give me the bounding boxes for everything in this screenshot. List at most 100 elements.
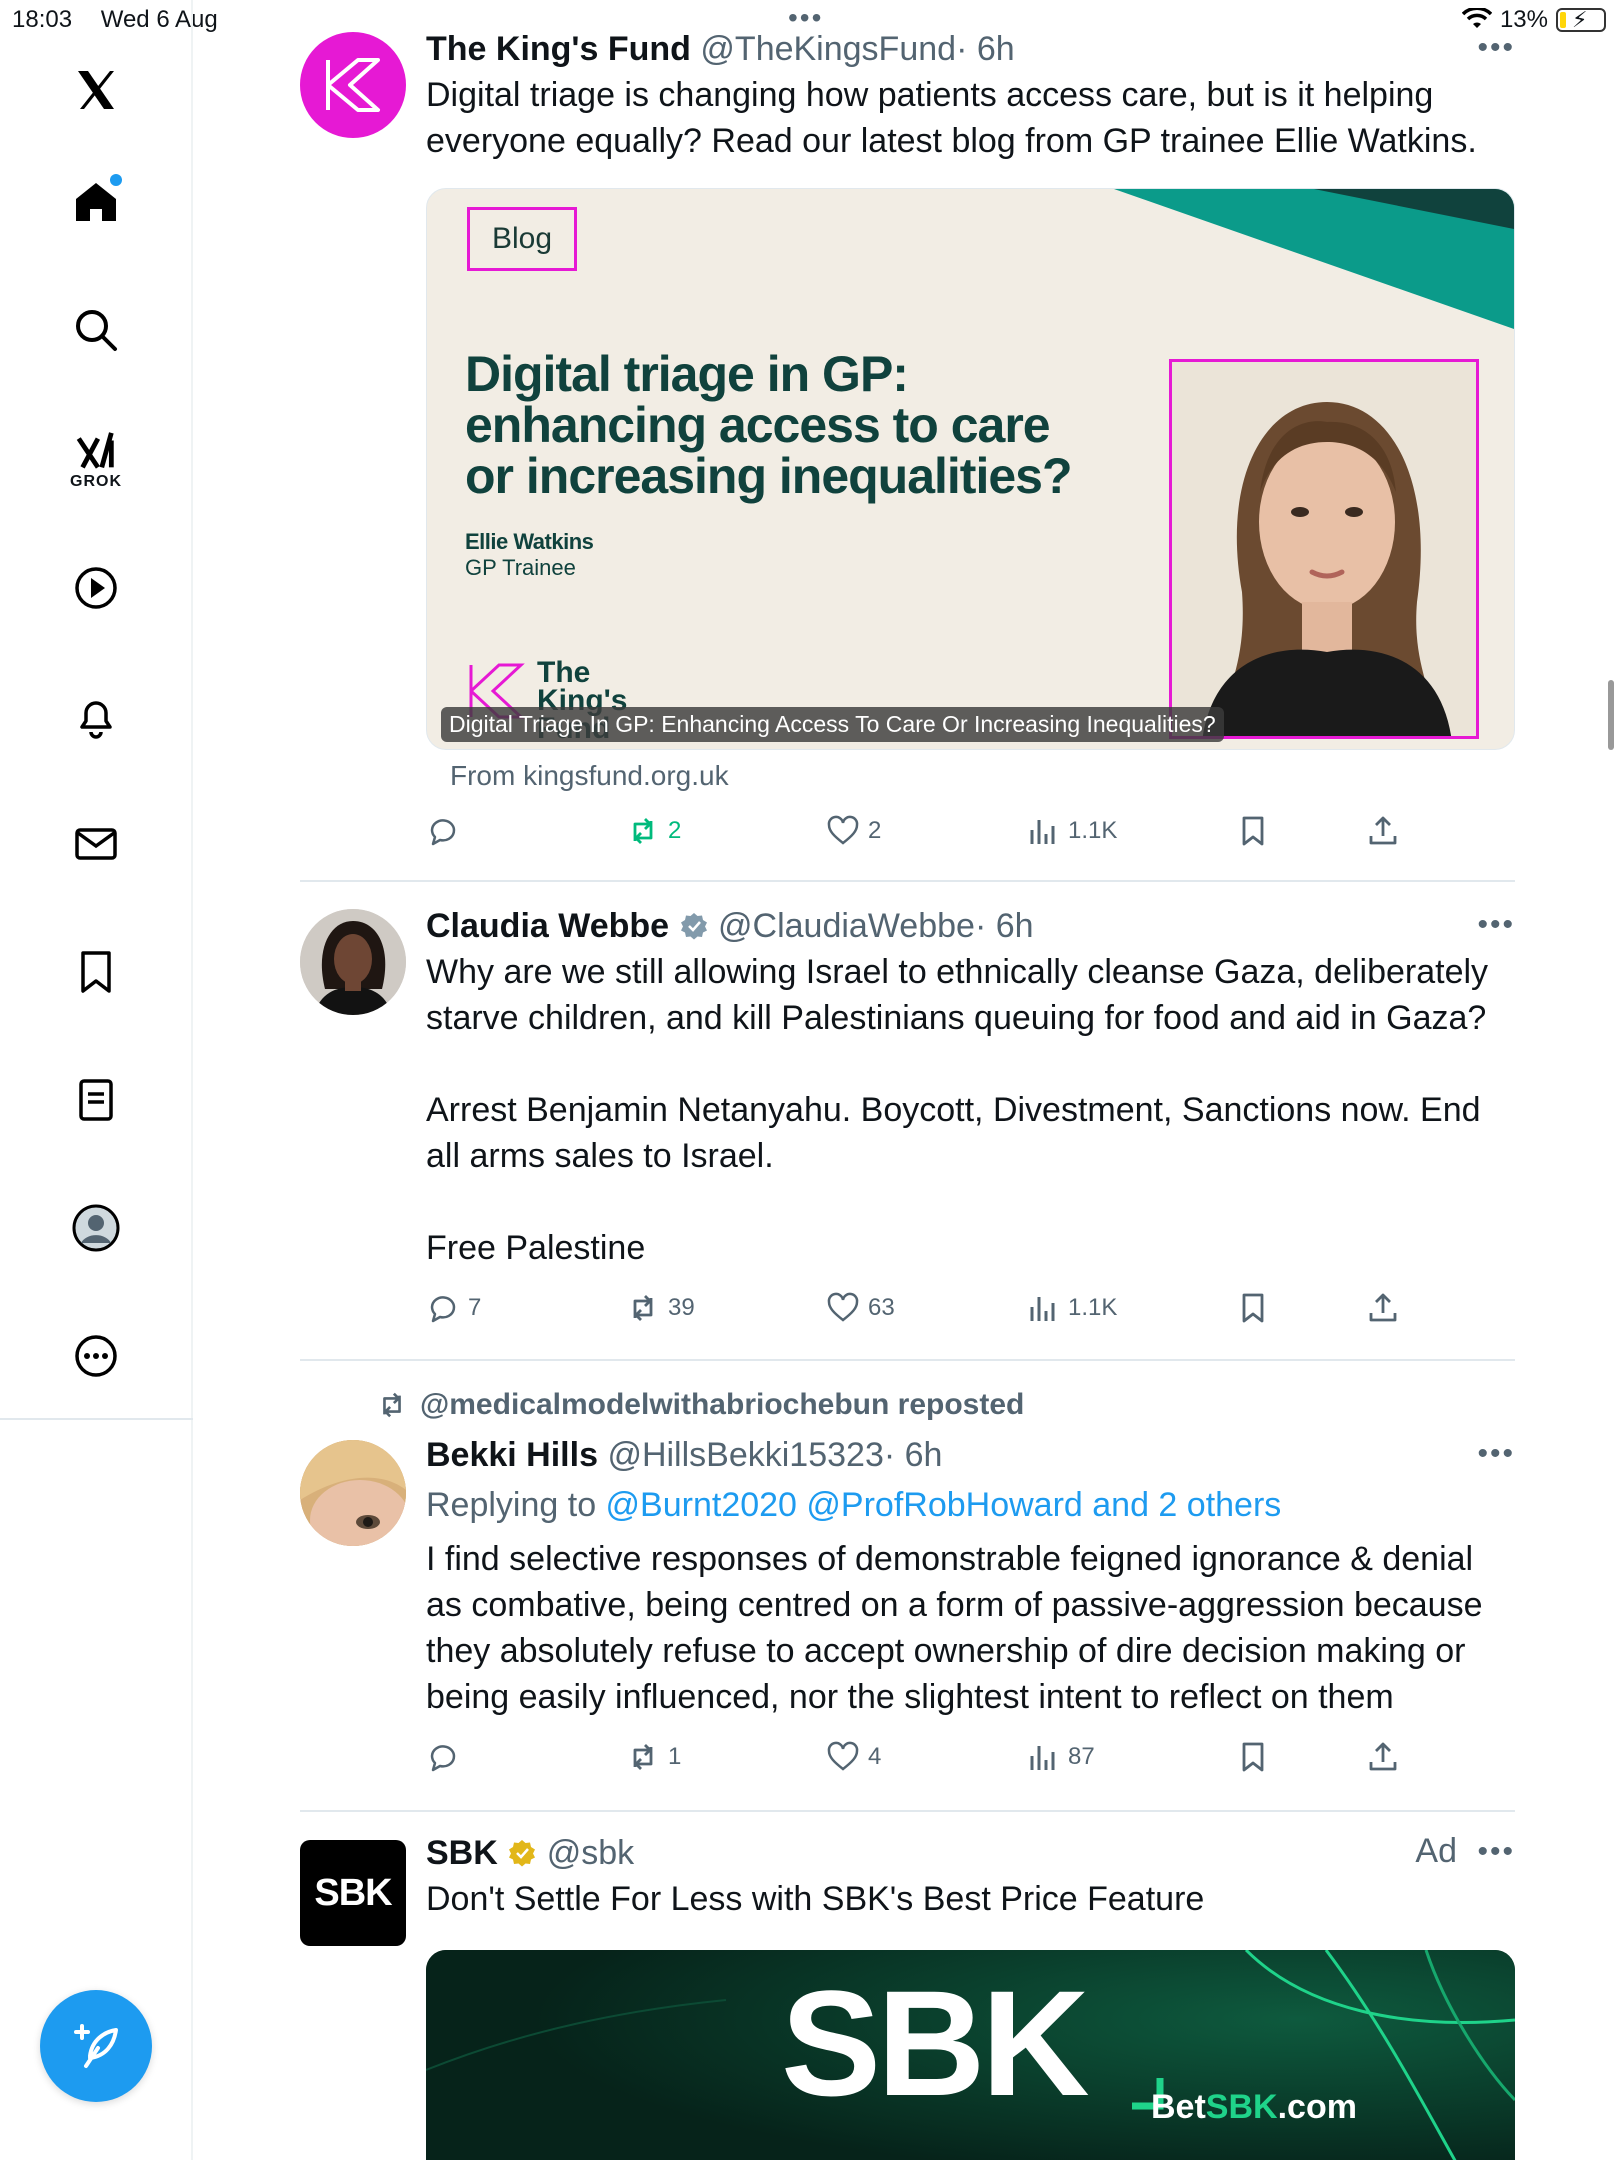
like-count: 4	[868, 1743, 882, 1770]
scrollbar-indicator[interactable]	[1608, 680, 1614, 750]
claudia-webbe-avatar[interactable]	[300, 909, 406, 1015]
messages-envelope-icon[interactable]	[62, 810, 130, 878]
kings-fund-avatar[interactable]	[300, 32, 406, 138]
repost-by-text: @medicalmodelwithabriochebun reposted	[420, 1388, 1025, 1421]
share-button[interactable]	[1366, 1740, 1400, 1774]
tweet-paragraph: Why are we still allowing Israel to ethn…	[426, 953, 1489, 1037]
repost-indicator[interactable]: @medicalmodelwithabriochebun reposted	[376, 1388, 1024, 1422]
tweet-text: Don't Settle For Less with SBK's Best Pr…	[426, 1880, 1205, 1918]
views-chart-icon	[1030, 1746, 1055, 1770]
repost-button[interactable]: 1	[626, 1740, 681, 1774]
bekki-hills-avatar[interactable]	[300, 1440, 406, 1546]
bookmark-button[interactable]	[1236, 1291, 1270, 1325]
repost-count: 1	[668, 1743, 682, 1770]
share-button[interactable]	[1366, 1291, 1400, 1325]
reply-button[interactable]	[426, 814, 468, 848]
repost-icon	[633, 1744, 653, 1770]
view-count: 1.1K	[1068, 817, 1118, 844]
views-chart-icon	[1030, 820, 1055, 844]
views-chart-icon	[1030, 1297, 1055, 1321]
reply-button[interactable]	[426, 1740, 468, 1774]
replying-to-links[interactable]: @Burnt2020 @ProfRobHoward and 2 others	[606, 1486, 1282, 1524]
tweet-more-icon[interactable]: •••	[1477, 33, 1515, 63]
share-icon	[1369, 816, 1397, 845]
notification-dot	[110, 174, 122, 186]
sbk-banner-logo: SBK	[781, 1959, 1090, 2127]
sbk-avatar[interactable]: SBK	[300, 1840, 406, 1946]
author-name[interactable]: Claudia Webbe	[426, 907, 669, 945]
post-time[interactable]: · 6h	[956, 30, 1015, 68]
repost-button[interactable]: 39	[626, 1291, 695, 1325]
reply-icon	[430, 1745, 456, 1772]
link-preview-card[interactable]: Blog Digital triage in GP: enhancing acc…	[426, 188, 1515, 750]
tweet-more-icon[interactable]: •••	[1477, 910, 1515, 940]
lists-icon[interactable]	[62, 1066, 130, 1134]
multitasking-dots[interactable]: •••	[788, 4, 823, 32]
author-handle[interactable]: @sbk	[547, 1834, 634, 1872]
repost-count: 2	[668, 817, 682, 844]
tweet-divider	[300, 1810, 1515, 1812]
home-icon[interactable]	[62, 168, 130, 236]
kings-fund-logo-icon	[326, 58, 380, 112]
repost-button[interactable]: 2	[626, 814, 681, 848]
author-handle[interactable]: @HillsBekki15323	[607, 1436, 883, 1474]
bookmark-icon	[1242, 1742, 1264, 1772]
bookmarks-icon[interactable]	[62, 938, 130, 1006]
tweet-text: Why are we still allowing Israel to ethn…	[426, 949, 1515, 1271]
ad-banner[interactable]: SBK BetSBK.com	[426, 1950, 1515, 2160]
sbk-url-brand: SBK	[1205, 2088, 1278, 2126]
tweet-more-icon[interactable]: •••	[1477, 1837, 1515, 1867]
share-icon	[1369, 1293, 1397, 1322]
profile-avatar-icon[interactable]	[62, 1194, 130, 1262]
reply-icon	[430, 1296, 456, 1323]
sbk-url-suffix: .com	[1277, 2088, 1357, 2126]
search-icon[interactable]	[62, 296, 130, 364]
tweet-more-icon[interactable]: •••	[1477, 1439, 1515, 1469]
like-button[interactable]: 4	[826, 1740, 881, 1774]
replying-to: Replying to @Burnt2020 @ProfRobHoward an…	[426, 1484, 1515, 1526]
like-count: 63	[868, 1294, 895, 1321]
card-source[interactable]: From kingsfund.org.uk	[450, 760, 729, 792]
tweet-header: SBK @sbk	[426, 1832, 1515, 1874]
share-button[interactable]	[1366, 814, 1400, 848]
author-handle[interactable]: @TheKingsFund	[700, 30, 956, 68]
repost-icon	[633, 1295, 653, 1321]
post-time[interactable]: · 6h	[975, 907, 1034, 945]
card-author: Ellie Watkins GP Trainee	[465, 529, 594, 581]
compose-post-button[interactable]	[40, 1990, 152, 2102]
repost-icon	[383, 1392, 401, 1418]
author-name[interactable]: SBK	[426, 1834, 498, 1872]
views-button[interactable]: 87	[1026, 1740, 1095, 1774]
blog-tag: Blog	[467, 207, 578, 271]
like-button[interactable]: 63	[826, 1291, 895, 1325]
like-button[interactable]: 2	[826, 814, 881, 848]
repost-count: 39	[668, 1294, 695, 1321]
bookmark-button[interactable]	[1236, 814, 1270, 848]
card-caption: Digital Triage In GP: Enhancing Access T…	[441, 707, 1224, 742]
author-name[interactable]: Bekki Hills	[426, 1436, 598, 1474]
post-time[interactable]: · 6h	[884, 1436, 943, 1474]
author-name[interactable]: The King's Fund	[426, 30, 691, 68]
tweet-divider	[300, 880, 1515, 882]
video-icon[interactable]	[62, 554, 130, 622]
sidebar-divider	[0, 1418, 193, 1420]
tweet-text: Digital triage is changing how patients …	[426, 76, 1477, 160]
more-options-icon[interactable]	[62, 1322, 130, 1390]
heart-icon	[827, 1292, 859, 1322]
grok-icon[interactable]: GROK	[62, 420, 130, 500]
card-author-name: Ellie Watkins	[465, 529, 594, 554]
notifications-bell-icon[interactable]	[62, 682, 130, 750]
tweet-paragraph: Free Palestine	[426, 1229, 646, 1267]
card-decoration	[1114, 189, 1514, 329]
tweet-actions: 7 39 63 1.1K	[426, 1291, 1406, 1335]
x-logo-icon[interactable]	[62, 56, 130, 124]
reply-icon	[430, 819, 456, 846]
reply-button[interactable]: 7	[426, 1291, 481, 1325]
card-title: Digital triage in GP: enhancing access t…	[465, 346, 1073, 504]
views-button[interactable]: 1.1K	[1026, 1291, 1117, 1325]
views-button[interactable]: 1.1K	[1026, 814, 1117, 848]
like-count: 2	[868, 817, 882, 844]
author-handle[interactable]: @ClaudiaWebbe	[718, 907, 975, 945]
tweet-divider	[300, 1359, 1515, 1361]
bookmark-button[interactable]	[1236, 1740, 1270, 1774]
